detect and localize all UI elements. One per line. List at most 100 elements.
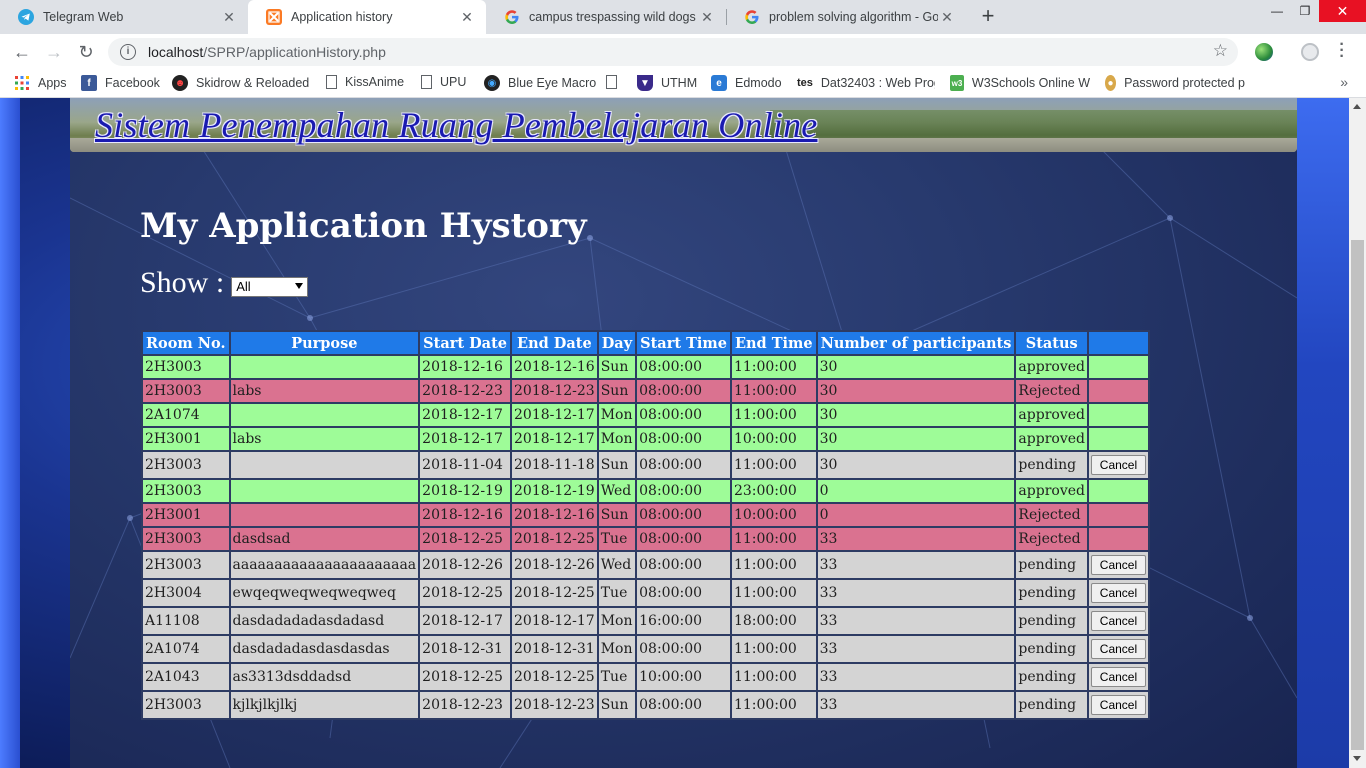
column-header-purpose: Purpose xyxy=(230,332,419,354)
cell-day: Sun xyxy=(598,452,636,478)
bookmark-blank[interactable] xyxy=(606,75,625,89)
bookmark-label: W3Schools Online W xyxy=(971,76,1090,90)
bookmark-skidrow[interactable]: ☻ Skidrow & Reloaded xyxy=(172,75,312,91)
page-scrollbar[interactable] xyxy=(1349,98,1366,768)
cell-start-time: 08:00:00 xyxy=(637,504,730,526)
show-filter-select[interactable]: All xyxy=(231,277,309,297)
bookmark-kissanime[interactable]: KissAnime xyxy=(326,75,404,89)
cell-room: 2H3004 xyxy=(143,580,229,606)
cell-end-time: 11:00:00 xyxy=(731,552,816,578)
bookmark-edmodo[interactable]: e Edmodo xyxy=(711,75,782,91)
google-icon xyxy=(504,9,520,25)
bookmark-w3schools[interactable]: w3 W3Schools Online W xyxy=(950,75,1090,91)
bookmark-star-icon[interactable]: ☆ xyxy=(1213,41,1228,61)
url-host: localhost xyxy=(148,44,204,60)
column-header-status: Status xyxy=(1016,332,1087,354)
bookmark-blue-eye-macro[interactable]: ◉ Blue Eye Macro xyxy=(484,75,596,91)
cell-end-date: 2018-12-17 xyxy=(512,428,597,450)
table-header-row: Room No. Purpose Start Date End Date Day… xyxy=(143,332,1148,354)
cell-participants: 30 xyxy=(817,452,1015,478)
eye-icon: ◉ xyxy=(484,75,500,91)
cell-end-date: 2018-12-25 xyxy=(512,580,597,606)
cell-start-date: 2018-12-17 xyxy=(420,404,510,426)
bookmark-facebook[interactable]: f Facebook xyxy=(81,75,160,91)
table-row: 2H3003 aaaaaaaaaaaaaaaaaaaaaa 2018-12-26 20… xyxy=(143,552,1148,578)
cell-room: 2H3003 xyxy=(143,452,229,478)
cell-action: Cancel xyxy=(1088,452,1148,478)
tab-title: campus trespassing wild dogs iss xyxy=(529,10,698,24)
cancel-button[interactable]: Cancel xyxy=(1090,583,1146,603)
bookmark-dat32403[interactable]: tes Dat32403 : Web Progr xyxy=(797,75,935,91)
cell-start-time: 08:00:00 xyxy=(637,380,730,402)
cancel-button[interactable]: Cancel xyxy=(1090,555,1146,575)
cell-room: 2H3003 xyxy=(143,356,229,378)
site-title-link[interactable]: Sistem Penempahan Ruang Pembelajaran Onl… xyxy=(95,104,817,146)
cell-end-date: 2018-12-17 xyxy=(512,404,597,426)
bookmark-apps[interactable]: Apps xyxy=(14,75,67,91)
cell-status: approved xyxy=(1016,356,1087,378)
cell-end-time: 11:00:00 xyxy=(731,580,816,606)
cancel-button[interactable]: Cancel xyxy=(1090,695,1146,715)
bookmark-label: Password protected p xyxy=(1124,76,1245,90)
cancel-button[interactable]: Cancel xyxy=(1090,639,1146,659)
cell-participants: 33 xyxy=(817,608,1015,634)
tab-application-history[interactable]: Application history ✕ xyxy=(248,0,486,34)
close-tab-icon[interactable]: ✕ xyxy=(938,9,956,26)
scrollbar-thumb[interactable] xyxy=(1351,240,1364,750)
cancel-button[interactable]: Cancel xyxy=(1090,667,1146,687)
cell-action xyxy=(1088,504,1148,526)
info-icon[interactable]: i xyxy=(120,44,136,60)
apps-grid-icon xyxy=(14,75,30,91)
close-tab-icon[interactable]: ✕ xyxy=(220,9,238,26)
extension-globe-icon[interactable] xyxy=(1255,43,1273,61)
page-icon xyxy=(326,75,337,89)
cell-end-date: 2018-12-17 xyxy=(512,608,597,634)
cell-end-date: 2018-12-23 xyxy=(512,380,597,402)
cell-end-date: 2018-12-25 xyxy=(512,528,597,550)
table-row: 2H3003 2018-11-04 2018-11-18 Sun 08:00:00 11:… xyxy=(143,452,1148,478)
cell-day: Mon xyxy=(598,428,636,450)
bookmark-password-protected[interactable]: ● Password protected p xyxy=(1105,75,1245,91)
reload-icon[interactable]: ↻ xyxy=(74,40,98,64)
restore-icon[interactable]: ❐ xyxy=(1287,0,1323,22)
back-arrow-icon[interactable]: ← xyxy=(10,40,34,64)
bookmark-uthm[interactable]: ▼ UTHM xyxy=(637,75,697,91)
cancel-button[interactable]: Cancel xyxy=(1090,611,1146,631)
browser-toolbar: ← → ↻ i localhost/SPRP/applicationHistor… xyxy=(0,34,1366,70)
shield-icon: ▼ xyxy=(637,75,653,91)
page-title: My Application Hystory xyxy=(140,206,587,246)
telegram-icon xyxy=(18,9,34,25)
tab-telegram[interactable]: Telegram Web ✕ xyxy=(0,0,248,34)
tab-problem-solving-search[interactable]: problem solving algorithm - Goo ✕ xyxy=(726,0,966,34)
close-tab-icon[interactable]: ✕ xyxy=(698,9,716,26)
chrome-menu-icon[interactable]: · · · xyxy=(1334,37,1350,65)
more-bookmarks-icon[interactable]: » xyxy=(1340,74,1348,90)
cell-action: Cancel xyxy=(1088,636,1148,662)
scroll-down-arrow-icon[interactable] xyxy=(1353,756,1361,761)
cancel-button[interactable]: Cancel xyxy=(1090,455,1146,475)
address-bar[interactable]: i localhost/SPRP/applicationHistory.php … xyxy=(108,38,1238,66)
close-tab-icon[interactable]: ✕ xyxy=(458,9,476,26)
cell-start-date: 2018-12-26 xyxy=(420,552,510,578)
bookmark-upu[interactable]: UPU xyxy=(421,75,466,89)
window-close-icon[interactable]: ✕ xyxy=(1319,0,1366,22)
cell-status: Rejected xyxy=(1016,380,1087,402)
tab-campus-search[interactable]: campus trespassing wild dogs iss ✕ xyxy=(486,0,726,34)
cell-end-date: 2018-11-18 xyxy=(512,452,597,478)
cell-action xyxy=(1088,528,1148,550)
cell-day: Tue xyxy=(598,580,636,606)
cell-end-date: 2018-12-26 xyxy=(512,552,597,578)
cell-room: 2A1043 xyxy=(143,664,229,690)
show-filter: Show : All xyxy=(140,266,309,300)
column-header-start-date: Start Date xyxy=(420,332,510,354)
cell-start-date: 2018-12-17 xyxy=(420,608,510,634)
cell-status: pending xyxy=(1016,452,1087,478)
cell-room: 2H3003 xyxy=(143,380,229,402)
cell-purpose xyxy=(230,504,419,526)
profile-avatar-icon[interactable] xyxy=(1301,43,1319,61)
scroll-up-arrow-icon[interactable] xyxy=(1353,104,1361,109)
cell-action: Cancel xyxy=(1088,692,1148,718)
bookmark-label: Skidrow & Reloaded xyxy=(196,76,310,90)
new-tab-icon[interactable]: + xyxy=(976,5,1000,29)
forward-arrow-icon[interactable]: → xyxy=(42,40,66,64)
